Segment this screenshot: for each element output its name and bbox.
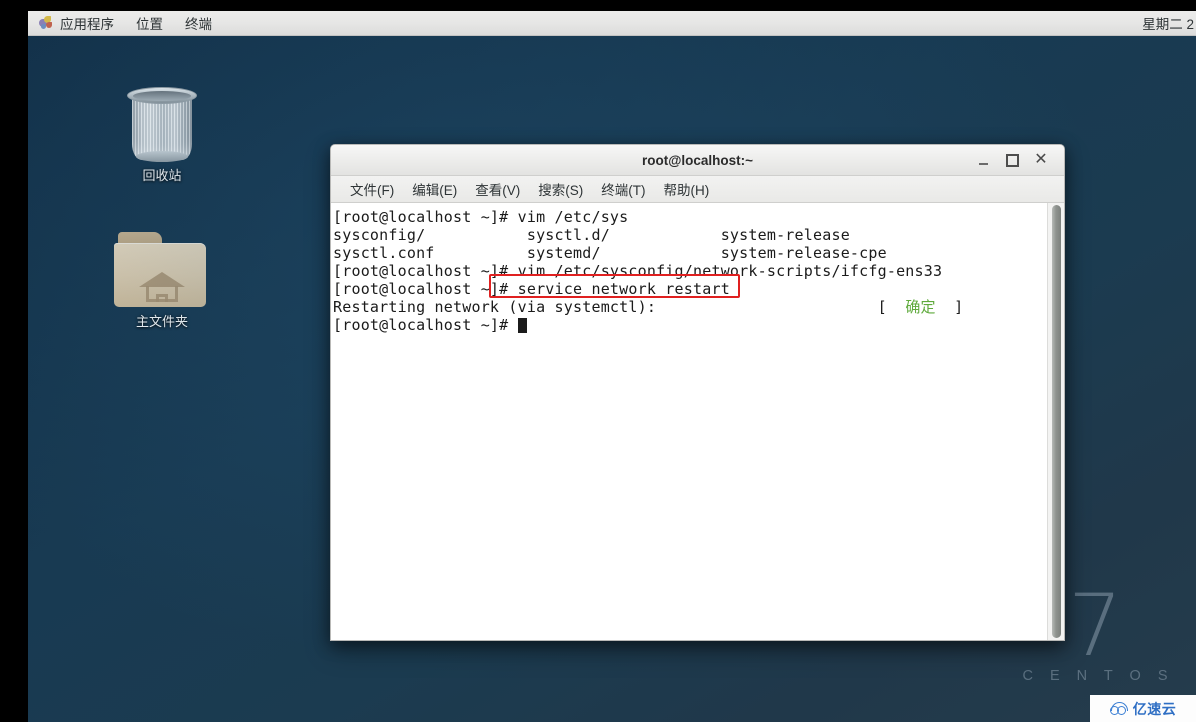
- panel-terminal-menu[interactable]: 终端: [174, 11, 223, 36]
- panel-clock[interactable]: 星期二 2: [1142, 13, 1196, 33]
- terminal-line-2: sysconfig/ sysctl.d/ system-release: [333, 226, 850, 244]
- terminal-line-6-post: ]: [935, 298, 964, 316]
- panel-right-area: 星期二 2: [1142, 13, 1196, 33]
- terminal-line-3: sysctl.conf systemd/ system-release-cpe: [333, 244, 887, 262]
- desktop-icon-home[interactable]: 主文件夹: [102, 232, 222, 330]
- trash-bin-icon: [125, 82, 199, 162]
- window-controls: ✕: [975, 152, 1064, 168]
- menu-item-help[interactable]: 帮助(H): [655, 178, 719, 200]
- terminal-window[interactable]: root@localhost:~ ✕ 文件(F) 编辑(E) 查看(V) 搜索(…: [330, 144, 1065, 641]
- desktop-background: 回收站 主文件夹 7 C E N T O S 亿速云 root@localhos…: [28, 36, 1196, 722]
- terminal-prompt-current: [root@localhost ~]#: [333, 316, 518, 334]
- gnome-top-panel[interactable]: 应用程序 位置 终端 星期二 2: [28, 11, 1196, 36]
- desktop-icon-home-label: 主文件夹: [135, 314, 188, 329]
- menu-item-view[interactable]: 查看(V): [466, 178, 529, 200]
- menu-item-edit[interactable]: 编辑(E): [403, 178, 466, 200]
- menu-item-search[interactable]: 搜索(S): [529, 178, 592, 200]
- centos-product-name: C E N T O S: [1022, 668, 1174, 684]
- panel-applications-label: 应用程序: [60, 17, 114, 32]
- desktop-icon-trash[interactable]: 回收站: [102, 82, 222, 184]
- terminal-window-title: root@localhost:~: [641, 152, 754, 168]
- terminal-line-5: [root@localhost ~]# service network rest…: [333, 280, 730, 298]
- terminal-body[interactable]: [root@localhost ~]# vim /etc/sys sysconf…: [331, 203, 1064, 640]
- menu-item-terminal[interactable]: 终端(T): [592, 178, 654, 200]
- terminal-line-1: [root@localhost ~]# vim /etc/sys: [333, 208, 629, 226]
- terminal-line-6-pre: Restarting network (via systemctl): [: [333, 298, 906, 316]
- terminal-status-ok: 确定: [905, 298, 936, 316]
- screen-left-border: [0, 36, 28, 722]
- terminal-menubar[interactable]: 文件(F) 编辑(E) 查看(V) 搜索(S) 终端(T) 帮助(H): [331, 176, 1064, 203]
- terminal-screen[interactable]: [root@localhost ~]# vim /etc/sys sysconf…: [331, 203, 1047, 640]
- site-watermark-badge: 亿速云: [1090, 695, 1196, 722]
- close-button[interactable]: ✕: [1033, 152, 1049, 168]
- terminal-titlebar[interactable]: root@localhost:~ ✕: [331, 145, 1064, 176]
- home-folder-icon: [114, 232, 210, 308]
- maximize-button[interactable]: [1004, 152, 1020, 168]
- panel-places-menu[interactable]: 位置: [125, 11, 174, 36]
- desktop-icon-trash-label: 回收站: [142, 168, 182, 183]
- terminal-cursor: [517, 318, 527, 333]
- terminal-scrollbar-thumb[interactable]: [1052, 205, 1061, 638]
- site-watermark-text: 亿速云: [1132, 700, 1177, 717]
- panel-applications-menu[interactable]: 应用程序: [28, 11, 125, 36]
- gnome-foot-icon: [39, 15, 54, 31]
- screen-top-border: [0, 0, 1196, 11]
- menu-item-file[interactable]: 文件(F): [341, 178, 403, 200]
- terminal-line-4: [root@localhost ~]# vim /etc/sysconfig/n…: [333, 262, 943, 280]
- cloud-logo-icon: [1109, 701, 1130, 716]
- terminal-scrollbar[interactable]: [1047, 203, 1064, 640]
- minimize-button[interactable]: [975, 152, 991, 168]
